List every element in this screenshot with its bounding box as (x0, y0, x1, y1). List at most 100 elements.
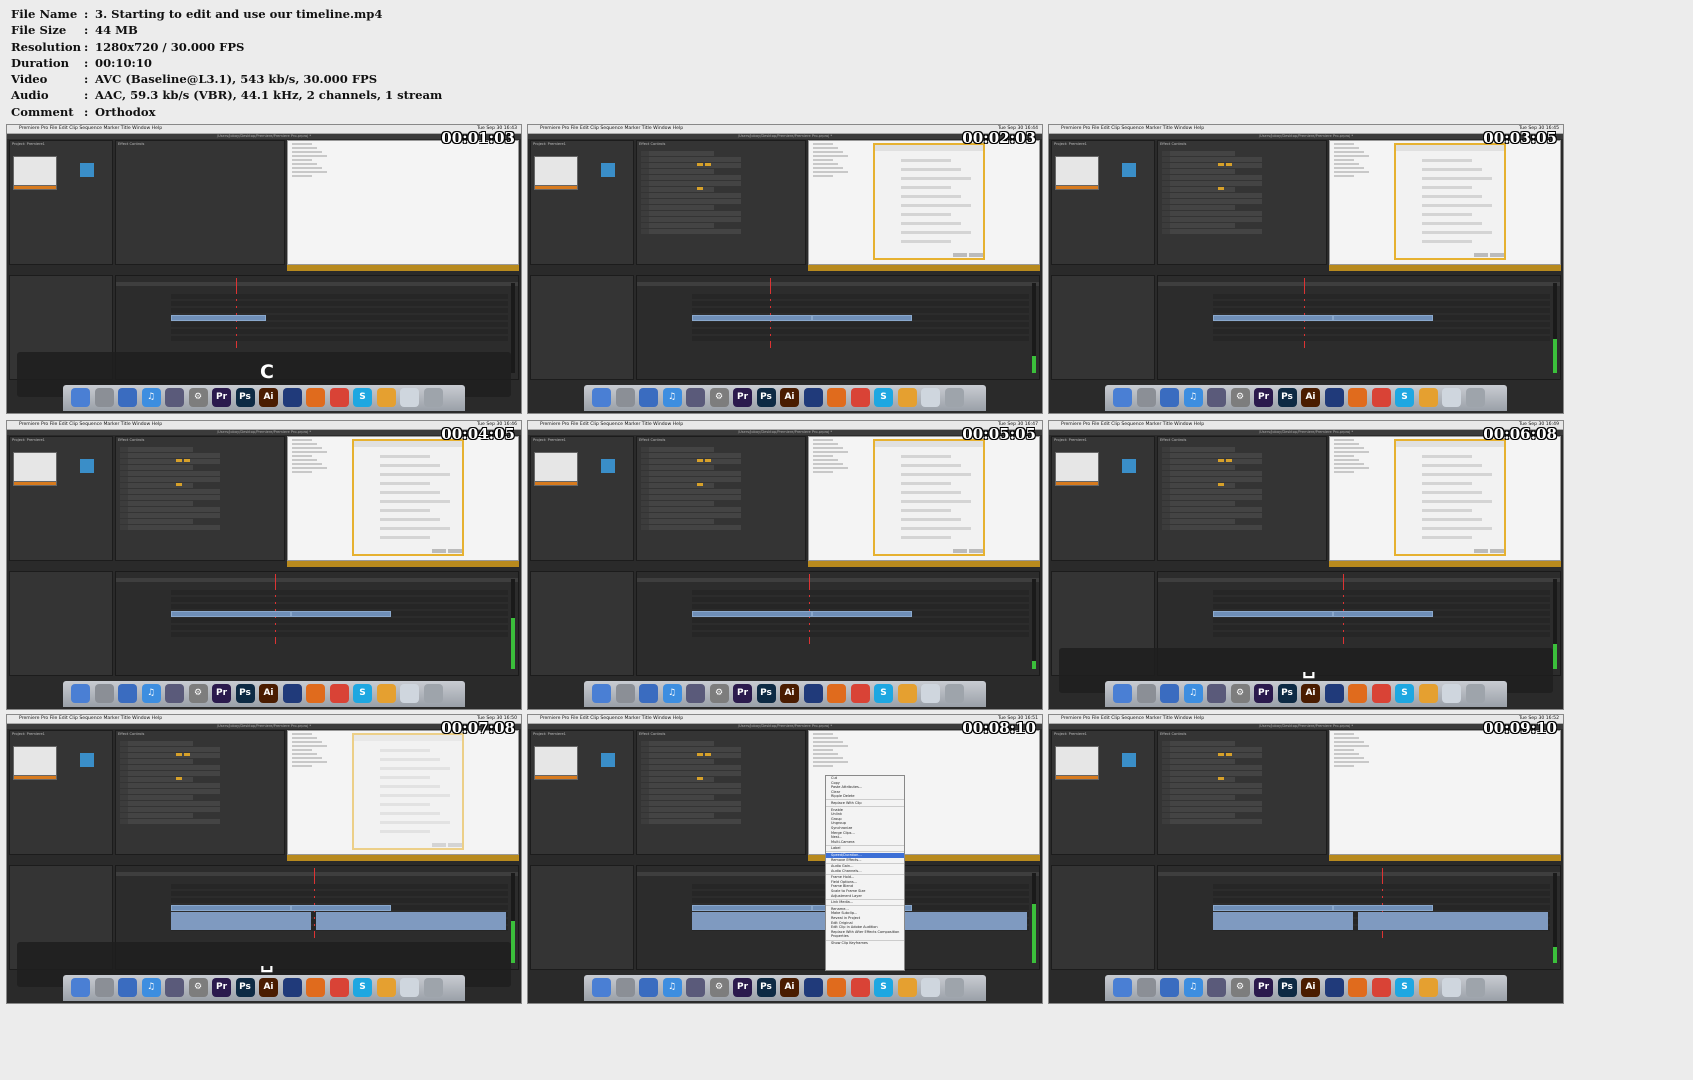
menu-items[interactable]: Premiere Pro File Edit Clip Sequence Mar… (19, 715, 162, 723)
timeline-track[interactable] (692, 590, 1029, 595)
video-clip[interactable] (171, 905, 291, 911)
preview-icon[interactable] (921, 978, 940, 997)
cancel-button[interactable] (969, 549, 983, 553)
file-tree-line[interactable] (292, 155, 327, 157)
file-tree-line[interactable] (292, 175, 312, 177)
skype-icon[interactable]: S (1395, 684, 1414, 703)
effect-row[interactable] (641, 223, 714, 228)
pages-icon[interactable] (1418, 684, 1438, 703)
photoshop-icon[interactable]: Ps (235, 978, 255, 997)
dialog-field[interactable] (380, 491, 440, 494)
pages-icon[interactable] (376, 978, 396, 997)
effect-value[interactable] (705, 163, 711, 166)
finder-icon[interactable] (1113, 388, 1132, 407)
sequence-icon[interactable] (601, 163, 615, 177)
effect-row[interactable] (120, 513, 220, 518)
illustrator-icon[interactable]: Ai (259, 388, 278, 407)
file-tree-line[interactable] (292, 151, 322, 153)
file-tree-line[interactable] (292, 753, 317, 755)
file-tree-line[interactable] (292, 467, 327, 469)
effect-row[interactable] (641, 229, 741, 234)
project-tab[interactable]: Project: Premiere1 (1054, 732, 1087, 736)
photoshop-icon[interactable]: Ps (756, 388, 776, 407)
timeline-track[interactable] (171, 336, 508, 341)
effect-row[interactable] (641, 453, 741, 458)
effect-value[interactable] (1218, 483, 1224, 486)
firefox-icon[interactable] (1348, 684, 1367, 703)
video-clip[interactable] (1213, 611, 1333, 617)
timeline-track[interactable] (171, 308, 508, 313)
dialog-field[interactable] (901, 491, 961, 494)
itunes-icon[interactable]: ♫ (141, 978, 161, 997)
effect-row[interactable] (641, 507, 741, 512)
timeline-track[interactable] (692, 308, 1029, 313)
effect-row[interactable] (1162, 813, 1235, 818)
audio-waveform[interactable] (1358, 912, 1548, 930)
timeline-track[interactable] (171, 301, 508, 306)
effect-value[interactable] (1218, 187, 1224, 190)
effect-row[interactable] (1162, 453, 1262, 458)
timeline-ruler[interactable] (637, 282, 1039, 286)
preview-icon[interactable] (1442, 388, 1461, 407)
preview-icon[interactable] (400, 684, 419, 703)
xcode-icon[interactable] (1160, 978, 1179, 997)
project-tab[interactable]: Project: Premiere1 (12, 438, 45, 442)
effect-row[interactable] (1162, 753, 1262, 758)
trash-icon[interactable] (1465, 684, 1485, 703)
dialog-field[interactable] (901, 195, 961, 198)
file-tree-line[interactable] (292, 757, 322, 759)
effect-value[interactable] (697, 777, 703, 780)
effect-row[interactable] (641, 211, 741, 216)
file-tree-line[interactable] (813, 171, 848, 173)
file-tree-line[interactable] (292, 147, 317, 149)
dialog-field[interactable] (380, 812, 440, 815)
timeline-track[interactable] (171, 618, 508, 623)
timeline-track[interactable] (1213, 597, 1550, 602)
premiere-icon[interactable]: Pr (212, 684, 231, 703)
dialog-field[interactable] (380, 473, 450, 476)
effect-row[interactable] (1162, 175, 1262, 180)
app-stripe-icon[interactable] (803, 388, 823, 407)
file-tree-line[interactable] (1334, 733, 1354, 735)
audio-waveform[interactable] (692, 912, 832, 930)
dialog-field[interactable] (1422, 491, 1482, 494)
video-thumbnail[interactable]: Premiere Pro File Edit Clip Sequence Mar… (527, 420, 1043, 710)
effect-row[interactable] (641, 157, 741, 162)
itunes-icon[interactable]: ♫ (662, 978, 682, 997)
app-stripe-icon[interactable] (1324, 978, 1344, 997)
dialog-field[interactable] (380, 536, 430, 539)
effect-row[interactable] (120, 807, 220, 812)
dialog-field[interactable] (380, 758, 440, 761)
dialog-field[interactable] (380, 464, 440, 467)
file-tree-line[interactable] (292, 471, 312, 473)
file-tree-line[interactable] (292, 733, 312, 735)
effect-row[interactable] (641, 193, 741, 198)
video-thumbnail[interactable]: Premiere Pro File Edit Clip Sequence Mar… (6, 124, 522, 414)
file-tree-line[interactable] (813, 155, 848, 157)
sequence-icon[interactable] (80, 459, 94, 473)
video-thumbnail[interactable]: Premiere Pro File Edit Clip Sequence Mar… (1048, 714, 1564, 1004)
effect-row[interactable] (1162, 759, 1235, 764)
file-tree-line[interactable] (813, 451, 848, 453)
effect-controls-tab[interactable]: Effect Controls (1160, 732, 1186, 736)
itunes-icon[interactable]: ♫ (1183, 684, 1203, 703)
launchpad-icon[interactable] (94, 684, 114, 703)
file-tree-line[interactable] (813, 147, 838, 149)
timeline-ruler[interactable] (1158, 282, 1560, 286)
effect-row[interactable] (1162, 765, 1262, 770)
effect-controls-tab[interactable]: Effect Controls (639, 732, 665, 736)
file-tree-line[interactable] (813, 757, 843, 759)
dialog-field[interactable] (1422, 500, 1492, 503)
sequence-icon[interactable] (80, 753, 94, 767)
finder-icon[interactable] (1113, 684, 1132, 703)
file-tree-line[interactable] (813, 455, 833, 457)
video-clip[interactable] (692, 611, 812, 617)
imovie-icon[interactable] (165, 684, 184, 703)
timeline-track[interactable] (171, 891, 508, 896)
imovie-icon[interactable] (686, 978, 705, 997)
audio-waveform[interactable] (1213, 912, 1353, 930)
file-tree-line[interactable] (1334, 151, 1364, 153)
effect-row[interactable] (641, 217, 741, 222)
chrome-icon[interactable] (1371, 388, 1391, 407)
firefox-icon[interactable] (827, 388, 846, 407)
